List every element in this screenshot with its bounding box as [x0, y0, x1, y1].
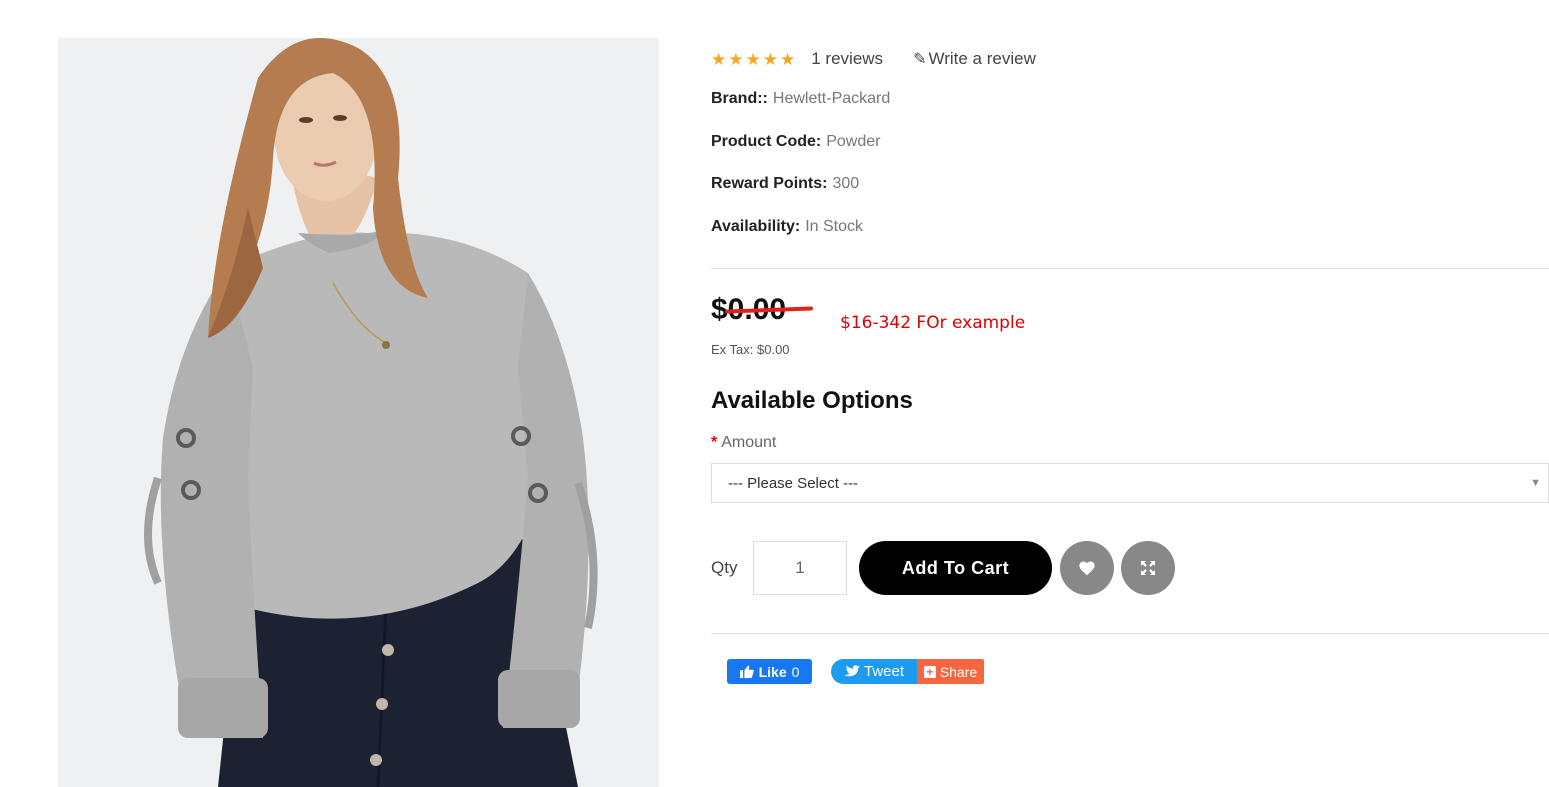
meta-brand: Brand:: Hewlett-Packard: [711, 78, 1549, 121]
meta-label: Product Code:: [711, 132, 822, 150]
meta-label: Availability:: [711, 217, 801, 235]
product-info: ★ ★ ★ ★ ★ 1 reviews ✎ Write a review Bra…: [711, 40, 1549, 694]
meta-value: Hewlett-Packard: [772, 90, 891, 107]
price-block: $0.00 $16-342 FOr example Ex Tax: $0.00: [711, 269, 1549, 379]
share-label: Share: [939, 663, 978, 680]
qty-input[interactable]: [753, 541, 847, 595]
star-rating: ★ ★ ★ ★ ★: [711, 51, 795, 68]
cart-row: Qty Add To Cart: [711, 541, 1549, 595]
promo-text: $16-342 FOr example: [840, 313, 1026, 333]
meta-reward-points: Reward Points: 300: [711, 163, 1549, 206]
meta-value: In Stock: [805, 217, 864, 235]
tweet-label: Tweet: [863, 663, 905, 680]
amount-select[interactable]: --- Please Select --- ▼: [711, 463, 1549, 503]
expand-icon: [1141, 561, 1155, 575]
select-value: --- Please Select ---: [728, 474, 859, 492]
star-icon: ★: [728, 49, 744, 69]
like-label: Like: [758, 663, 787, 680]
meta-availability: Availability: In Stock: [711, 206, 1549, 249]
qty-label: Qty: [711, 558, 738, 577]
reviews-link[interactable]: 1 reviews: [811, 49, 883, 69]
tweet-button[interactable]: Tweet: [831, 659, 917, 684]
plus-icon: +: [923, 665, 936, 678]
meta-value: Powder: [826, 132, 881, 150]
facebook-like-button[interactable]: Like 0: [727, 659, 812, 684]
ex-tax-price: Ex Tax: $0.00: [711, 342, 790, 357]
wishlist-button[interactable]: [1060, 541, 1114, 595]
amount-label: * Amount: [711, 423, 1549, 463]
options-title: Available Options: [711, 387, 913, 414]
required-asterisk: *: [711, 434, 718, 451]
rating-row: ★ ★ ★ ★ ★ 1 reviews ✎ Write a review: [711, 40, 1549, 78]
compare-button[interactable]: [1121, 541, 1175, 595]
like-count: 0: [791, 663, 800, 680]
star-icon: ★: [762, 49, 778, 69]
pencil-icon: ✎: [913, 51, 927, 68]
twitter-bird-icon: [844, 665, 860, 677]
add-to-cart-button[interactable]: Add To Cart: [859, 541, 1052, 595]
meta-label: Brand::: [711, 90, 768, 107]
amount-label-text: Amount: [721, 434, 777, 451]
meta-value: 300: [832, 175, 860, 192]
share-button[interactable]: + Share: [917, 659, 984, 684]
star-icon: ★: [745, 49, 761, 69]
meta-label: Reward Points:: [711, 175, 828, 192]
thumbs-up-icon: [739, 665, 754, 678]
write-review-link[interactable]: ✎ Write a review: [913, 49, 1036, 69]
share-row: Like 0 Tweet + Share: [711, 634, 1549, 694]
caret-down-icon: ▼: [1530, 477, 1541, 489]
star-icon: ★: [711, 49, 727, 69]
meta-product-code: Product Code: Powder: [711, 121, 1549, 164]
heart-icon: [1079, 561, 1095, 576]
product-photo: [58, 38, 659, 787]
product-image[interactable]: [58, 38, 659, 787]
star-icon: ★: [780, 49, 796, 69]
write-review-label: Write a review: [928, 49, 1036, 68]
